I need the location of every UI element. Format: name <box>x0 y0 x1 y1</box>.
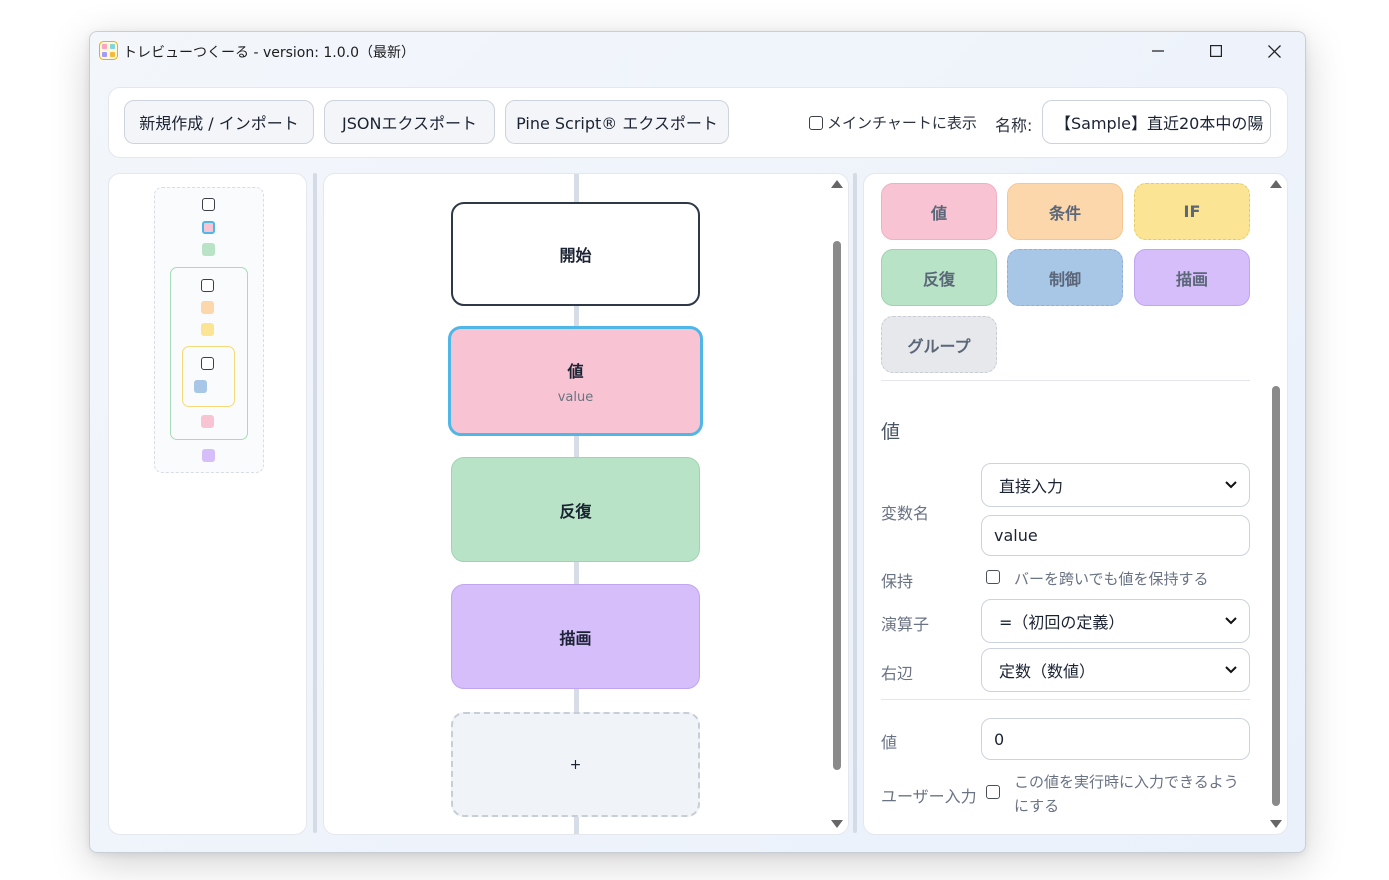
node-loop[interactable]: 反復 <box>451 457 700 562</box>
maximize-icon <box>1210 45 1222 57</box>
main-chart-checkbox[interactable] <box>809 115 823 130</box>
chevron-down-icon <box>1225 666 1237 674</box>
close-button[interactable] <box>1245 32 1303 70</box>
user-input-checkbox[interactable] <box>986 785 1000 799</box>
variable-name-input[interactable]: value <box>981 515 1250 556</box>
main-chart-toggle[interactable]: メインチャートに表示 <box>809 112 977 133</box>
props-scrollbar[interactable] <box>1269 174 1283 834</box>
keep-toggle[interactable]: バーを跨いでも値を保持する <box>986 568 1209 589</box>
minimap-frame[interactable] <box>154 187 264 473</box>
operator-label: 演算子 <box>881 615 930 634</box>
section-title: 値 <box>881 421 901 443</box>
minimap-if-start <box>201 357 214 370</box>
minimap-draw <box>202 449 215 462</box>
app-icon <box>99 41 118 60</box>
node-start-title: 開始 <box>559 246 592 265</box>
title-bar: トレビューつくーる - version: 1.0.0（最新） <box>90 32 1305 70</box>
variable-mode-value: 直接入力 <box>999 477 1064 496</box>
user-input-toggle[interactable]: この値を実行時に入力できるよう にする <box>986 770 1239 818</box>
pine-export-button[interactable]: Pine Script® エクスポート <box>505 100 729 144</box>
scroll-down-icon[interactable] <box>831 820 843 828</box>
add-node-label: + <box>569 756 582 773</box>
minimize-button[interactable] <box>1129 32 1187 70</box>
keep-checkbox[interactable] <box>986 570 1000 584</box>
node-value[interactable]: 値 value <box>448 326 703 436</box>
toolbar: 新規作成 / インポート JSONエクスポート Pine Script® エクス… <box>108 87 1288 158</box>
window-title: トレビューつくーる - version: 1.0.0（最新） <box>123 45 416 61</box>
operator-select[interactable]: =（初回の定義） <box>981 599 1250 643</box>
scroll-up-icon[interactable] <box>1270 180 1282 188</box>
minimap-control <box>194 380 207 393</box>
operator-value: =（初回の定義） <box>999 613 1125 632</box>
canvas-scrollbar[interactable] <box>830 174 844 834</box>
new-import-button[interactable]: 新規作成 / インポート <box>124 100 314 144</box>
palette-value[interactable]: 値 <box>881 183 997 240</box>
keep-label: 保持 <box>881 572 914 591</box>
canvas-scroll-thumb[interactable] <box>833 241 841 770</box>
minimap-loop <box>202 243 215 256</box>
close-icon <box>1267 44 1281 58</box>
rhs-select[interactable]: 定数（数値） <box>981 648 1250 692</box>
palette-condition[interactable]: 条件 <box>1007 183 1123 240</box>
name-input[interactable]: 【Sample】直近20本中の陽 <box>1042 100 1271 144</box>
maximize-button[interactable] <box>1187 32 1245 70</box>
palette-group[interactable]: グループ <box>881 316 997 373</box>
form-divider <box>881 699 1250 700</box>
user-input-text-line-1: この値を実行時に入力できるよう <box>1014 773 1239 791</box>
minimap-start <box>202 198 215 211</box>
palette-if[interactable]: IF <box>1134 183 1250 240</box>
chevron-down-icon <box>1225 617 1237 625</box>
rhs-label: 右辺 <box>881 664 914 683</box>
minimap-loop-start <box>201 279 214 292</box>
scroll-up-icon[interactable] <box>831 180 843 188</box>
chevron-down-icon <box>1225 481 1237 489</box>
minimap-if-group <box>182 346 235 407</box>
minimap-loop-group <box>170 267 248 440</box>
palette-loop[interactable]: 反復 <box>881 249 997 306</box>
node-draw[interactable]: 描画 <box>451 584 700 689</box>
left-splitter[interactable] <box>313 173 317 833</box>
palette-draw[interactable]: 描画 <box>1134 249 1250 306</box>
minimap-condition <box>201 301 214 314</box>
variable-name-value: value <box>994 526 1038 545</box>
palette-control[interactable]: 制御 <box>1007 249 1123 306</box>
scroll-down-icon[interactable] <box>1270 820 1282 828</box>
node-draw-title: 描画 <box>559 628 592 648</box>
value-label: 値 <box>881 733 898 752</box>
properties-panel: 値 条件 IF 反復 制御 描画 グループ 値 変数名 直接入力 value 保… <box>863 173 1288 835</box>
name-label: 名称: <box>995 116 1033 135</box>
node-value-title: 値 <box>567 361 584 381</box>
variable-name-label: 変数名 <box>881 504 930 523</box>
rhs-value: 定数（数値） <box>999 662 1096 681</box>
flow-canvas: 開始 値 value 反復 描画 + <box>323 173 849 835</box>
user-input-text: この値を実行時に入力できるよう にする <box>1014 770 1239 818</box>
minimap-value <box>202 221 215 234</box>
app-window: トレビューつくーる - version: 1.0.0（最新） 新規作成 / イン… <box>89 31 1306 853</box>
user-input-text-line-2: にする <box>1014 797 1060 815</box>
value-input-value: 0 <box>994 729 1005 749</box>
variable-mode-select[interactable]: 直接入力 <box>981 463 1250 507</box>
props-scroll-thumb[interactable] <box>1272 386 1280 806</box>
user-input-label: ユーザー入力 <box>881 787 977 806</box>
node-start[interactable]: 開始 <box>451 202 700 306</box>
palette-divider <box>881 380 1250 381</box>
value-input[interactable]: 0 <box>981 718 1250 760</box>
minimap-if <box>201 323 214 336</box>
minimap-panel <box>108 173 307 835</box>
add-node-button[interactable]: + <box>451 712 700 817</box>
main-chart-label: メインチャートに表示 <box>827 114 977 132</box>
keep-text: バーを跨いでも値を保持する <box>1014 570 1209 588</box>
node-loop-title: 反復 <box>559 501 592 521</box>
json-export-button[interactable]: JSONエクスポート <box>324 100 495 144</box>
right-splitter[interactable] <box>853 173 857 833</box>
minimize-icon <box>1152 50 1164 52</box>
minimap-value-2 <box>201 415 214 428</box>
node-value-subtitle: value <box>557 389 594 405</box>
